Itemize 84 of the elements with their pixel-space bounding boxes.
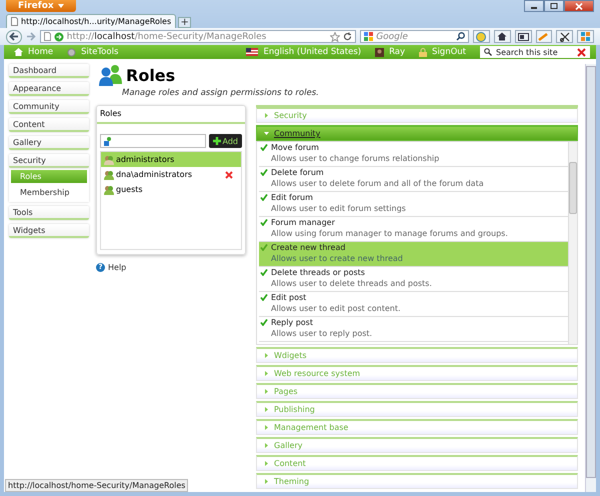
sidebar-item[interactable]: Widgets (9, 224, 89, 238)
sidebar-item[interactable]: Appearance (9, 82, 89, 96)
new-tab-button[interactable]: + (178, 17, 192, 28)
search-field[interactable]: Google (360, 30, 470, 43)
maximize-button[interactable] (544, 0, 564, 12)
scissors-button[interactable] (556, 30, 574, 43)
caret-icon (264, 479, 269, 484)
role-name-field[interactable] (100, 134, 206, 148)
sidebar-subitem[interactable]: Membership (11, 186, 87, 199)
permission-group-header[interactable]: Community (256, 125, 578, 141)
permission-item[interactable]: Move forum Allows user to change forums relationship (259, 142, 568, 167)
forward-icon (26, 32, 36, 41)
caret-icon (264, 407, 269, 412)
sidebar-item[interactable]: Content (9, 118, 89, 132)
avatar-icon (375, 48, 384, 56)
caret-icon (264, 461, 269, 466)
caret-icon (264, 113, 269, 118)
sidebar-item[interactable]: Community (9, 100, 89, 114)
delete-icon[interactable] (225, 170, 233, 178)
plus-icon (212, 137, 220, 145)
screen-icon (518, 32, 529, 40)
tab-title: http://localhost/h...urity/ManageRoles (21, 17, 172, 26)
close-button[interactable] (564, 0, 594, 12)
caret-icon (264, 353, 269, 358)
caret-icon (264, 371, 269, 376)
caret-icon (264, 131, 269, 136)
scrollbar[interactable] (568, 142, 577, 344)
permission-item[interactable]: Delete forum Allows user to delete forum and all of the forum data (259, 167, 568, 192)
back-icon (8, 32, 19, 41)
permission-item[interactable]: Reply post Allows user to reply post. (259, 317, 568, 342)
grid-icon (581, 32, 590, 41)
user-group-icon (104, 154, 114, 164)
add-button[interactable]: Add (208, 134, 242, 148)
minimize-button[interactable] (524, 0, 544, 12)
scissors-icon (560, 32, 570, 42)
address-field[interactable]: http://localhost/home-Security/ManageRoles (40, 30, 356, 43)
home-icon (497, 32, 508, 41)
search-icon (484, 48, 492, 56)
page-icon (11, 17, 18, 26)
maximize-icon (550, 3, 558, 9)
flag-icon (246, 48, 258, 56)
page-scrollbar[interactable] (585, 64, 596, 492)
back-button[interactable] (6, 30, 22, 44)
home-icon (14, 48, 23, 56)
sidebar-item[interactable]: Security (9, 154, 89, 168)
permission-item[interactable]: Edit forum Allows user to edit forum settings (259, 192, 568, 217)
role-item[interactable]: dna\administrators (101, 167, 241, 182)
user-group-icon (104, 170, 114, 180)
search-placeholder: Search this site (496, 48, 559, 56)
role-item[interactable]: guests (101, 182, 241, 197)
go-icon (54, 32, 64, 42)
search-placeholder: Google (376, 32, 409, 42)
caret-icon (264, 443, 269, 448)
permission-item[interactable]: Delete threads or posts Allows user to delete threads and posts. (259, 267, 568, 292)
lock-icon (419, 48, 428, 56)
user-group-icon (104, 184, 114, 194)
caret-icon (264, 389, 269, 394)
search-icon (456, 32, 466, 41)
sidebar-item[interactable]: Dashboard (9, 64, 89, 78)
clear-icon (577, 48, 586, 56)
sidebar-item[interactable]: Tools (9, 206, 89, 220)
caret-icon (264, 425, 269, 430)
panel-title: Roles (97, 106, 245, 124)
permission-item[interactable]: Edit post Allows user to edit post content. (259, 292, 568, 317)
sidebar-item[interactable]: Gallery (9, 136, 89, 150)
user-icon (104, 136, 112, 146)
star-icon (330, 32, 340, 42)
status-url: http://localhost/home-Security/ManageRoles (5, 479, 188, 492)
close-icon (575, 2, 583, 10)
role-item[interactable]: administrators (101, 152, 241, 167)
page-subtitle: Manage roles and assign permissions to roles. (121, 88, 320, 98)
browser-tab[interactable]: http://localhost/h...urity/ManageRoles (6, 14, 176, 28)
reload-icon (343, 32, 352, 41)
url-text: http://localhost/home-Security/ManageRoles (66, 32, 268, 42)
screen-button[interactable] (514, 30, 532, 43)
page-icon (44, 32, 51, 41)
caret-icon (58, 4, 64, 8)
people-icon (98, 64, 124, 86)
site-search-field[interactable]: Search this site (480, 46, 590, 58)
search-engine-icon (364, 32, 374, 41)
page-title: Roles (126, 66, 176, 84)
permission-item[interactable]: Create new thread Allows user to create new thread (259, 242, 568, 267)
help-link[interactable]: Help (108, 263, 126, 272)
home-button[interactable] (494, 30, 511, 43)
